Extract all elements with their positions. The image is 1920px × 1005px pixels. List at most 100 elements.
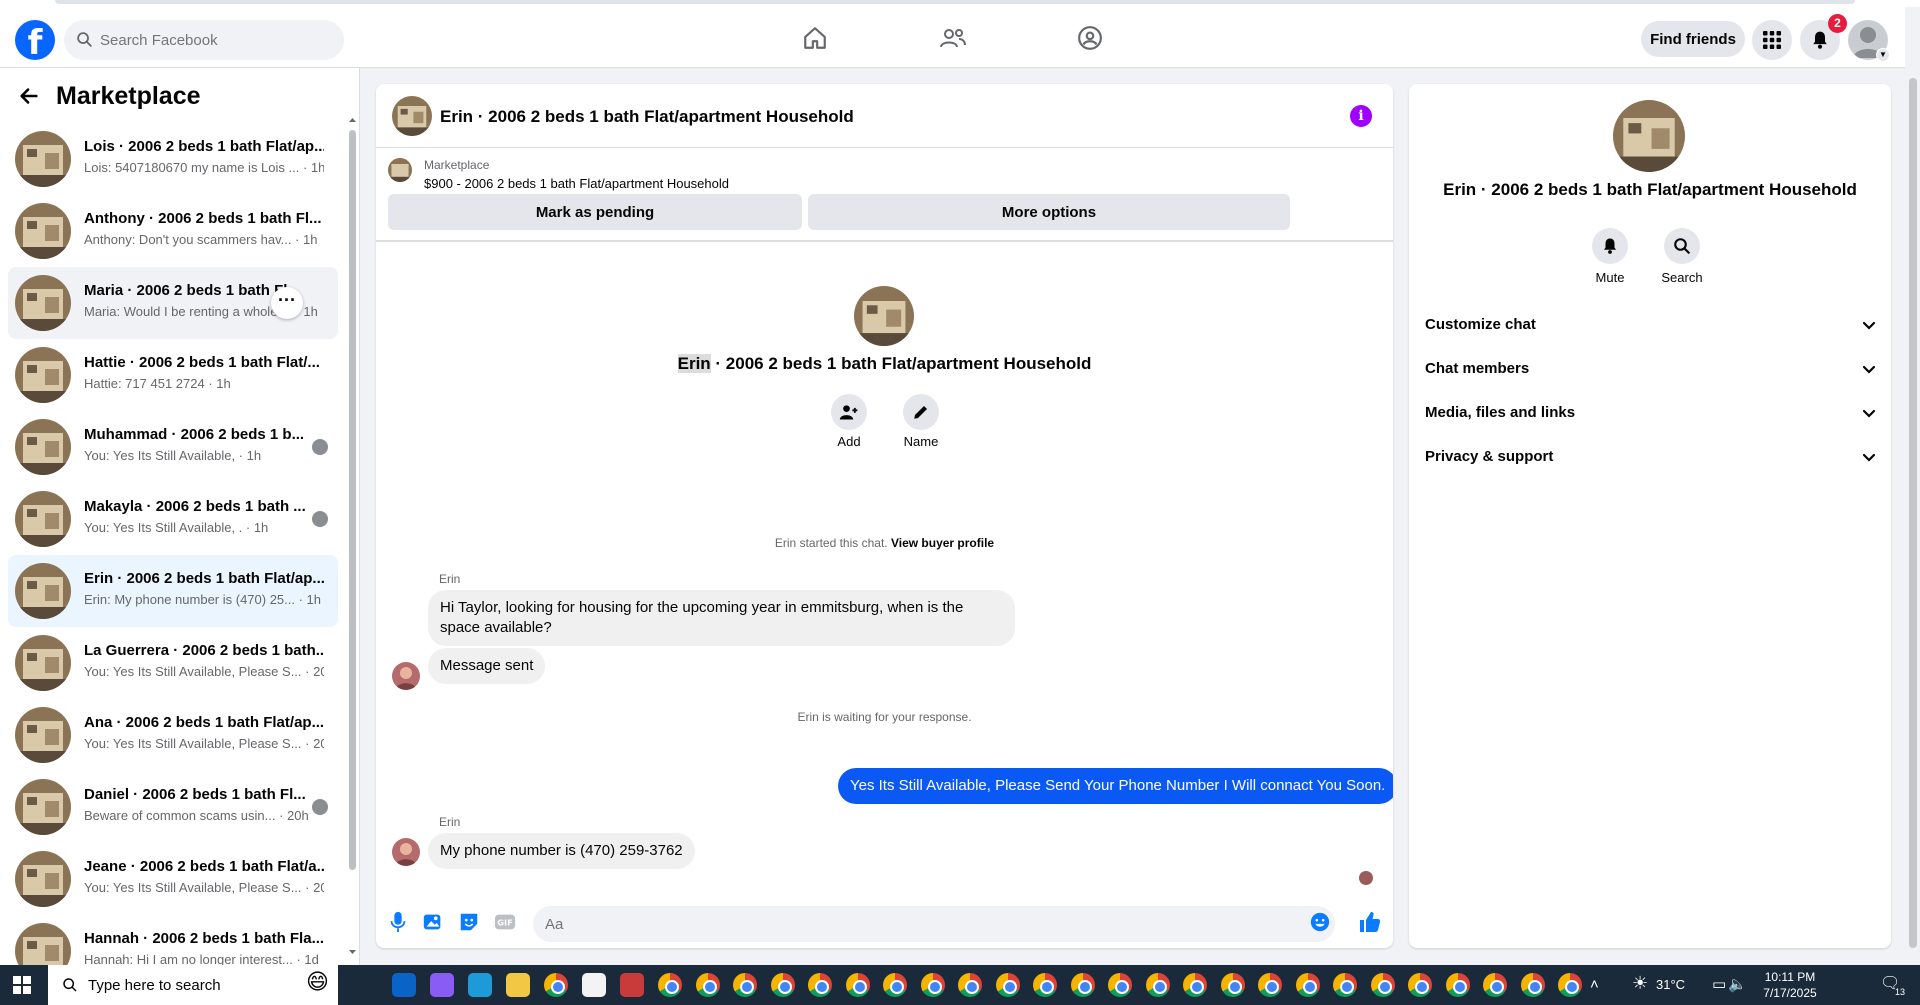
chrome-icon[interactable] [544, 973, 568, 997]
accordion-privacy-support[interactable]: Privacy & support [1425, 438, 1877, 478]
view-buyer-profile-link[interactable]: View buyer profile [891, 536, 994, 550]
conversation-item[interactable]: Jeane · 2006 2 beds 1 bath Flat/a... You:… [8, 843, 338, 915]
chrome-window-icon[interactable] [1483, 973, 1507, 997]
more-options-dots-icon[interactable]: ··· [271, 287, 303, 319]
conversation-item[interactable]: Daniel · 2006 2 beds 1 bath Fl... Beware … [8, 771, 338, 843]
message-input[interactable] [533, 906, 1335, 942]
nav-groups[interactable] [1060, 21, 1120, 55]
info-avatar[interactable] [1613, 100, 1685, 172]
chrome-window-icon[interactable] [1408, 973, 1432, 997]
nav-home[interactable] [785, 21, 845, 55]
gif-icon[interactable]: GIF [493, 910, 517, 934]
app-icon[interactable] [620, 973, 644, 997]
accordion-customize-chat[interactable]: Customize chat [1425, 306, 1877, 346]
sidebar-scrollbar[interactable] [347, 116, 357, 956]
chrome-window-icon[interactable] [1033, 973, 1057, 997]
weather-icon[interactable]: ☀ [1632, 973, 1648, 994]
accordion-chat-members[interactable]: Chat members [1425, 350, 1877, 390]
tray-overflow-chevron-icon[interactable]: ˄ [1590, 976, 1599, 993]
chat-info-panel: Erin · 2006 2 beds 1 bath Flat/apartment… [1409, 84, 1891, 948]
chrome-window-icon[interactable] [1445, 973, 1470, 997]
sticker-icon[interactable] [457, 910, 481, 934]
intro-avatar[interactable] [854, 286, 914, 346]
chrome-window-icon[interactable] [1333, 973, 1357, 997]
conversation-item[interactable]: Anthony · 2006 2 beds 1 bath Fl... Anthon… [8, 195, 338, 267]
microphone-icon[interactable] [386, 910, 410, 934]
nav-friends[interactable] [923, 21, 983, 55]
conversation-item[interactable]: Hattie · 2006 2 beds 1 bath Flat/... Hatt… [8, 339, 338, 411]
network-icon[interactable]: ▭ [1712, 975, 1726, 993]
outgoing-message[interactable]: Yes Its Still Available, Please Send You… [838, 768, 1393, 804]
sender-avatar[interactable] [392, 662, 420, 690]
chrome-window-icon[interactable] [1558, 973, 1582, 997]
search-in-chat-button[interactable] [1664, 228, 1700, 264]
edge-icon[interactable] [468, 973, 492, 997]
photo-icon[interactable] [421, 910, 445, 934]
info-icon[interactable]: i [1350, 105, 1372, 127]
mark-as-pending-button[interactable]: Mark as pending [388, 194, 802, 230]
chrome-window-icon[interactable] [1520, 973, 1545, 997]
chrome-window-icon[interactable] [883, 973, 907, 997]
chrome-window-icon[interactable] [995, 973, 1020, 997]
conversation-title: Jeane · 2006 2 beds 1 bath Flat/a... [84, 858, 324, 875]
waiting-response-text: Erin is waiting for your response. [797, 710, 972, 724]
outlook-icon[interactable] [392, 973, 416, 997]
conversation-item[interactable]: Hannah · 2006 2 beds 1 bath Fla... Hannah… [8, 915, 338, 965]
conversation-title: Hannah · 2006 2 beds 1 bath Fla... [84, 930, 324, 947]
copilot-icon[interactable] [430, 973, 454, 997]
chrome-window-icon[interactable] [1108, 973, 1132, 997]
file-explorer-icon[interactable] [506, 973, 530, 997]
windows-start-icon[interactable] [13, 976, 31, 994]
incoming-message[interactable]: Hi Taylor, looking for housing for the u… [428, 590, 1015, 646]
chrome-window-icon[interactable] [733, 973, 757, 997]
search-input[interactable] [100, 20, 330, 60]
find-friends-button[interactable]: Find friends [1641, 21, 1745, 57]
edit-name-button[interactable] [903, 394, 939, 430]
temperature[interactable]: 31°C [1656, 977, 1685, 992]
back-arrow-icon[interactable] [18, 85, 40, 114]
chrome-window-icon[interactable] [1145, 973, 1170, 997]
volume-icon[interactable]: 🔈 [1728, 975, 1747, 993]
conversation-item[interactable]: Maria · 2006 2 beds 1 bath Fl... Maria: W… [8, 267, 338, 339]
conversation-item[interactable]: Muhammad · 2006 2 beds 1 b... You: Yes It… [8, 411, 338, 483]
message-sent-bubble[interactable]: Message sent [428, 648, 546, 684]
chrome-window-icon[interactable] [1258, 973, 1282, 997]
listing-thumbnail[interactable] [388, 158, 412, 182]
page-scrollbar[interactable] [1905, 68, 1920, 965]
chrome-window-icon[interactable] [1220, 973, 1245, 997]
conversation-item[interactable]: Lois · 2006 2 beds 1 bath Flat/ap... Lois… [8, 123, 338, 195]
chrome-window-icon[interactable] [658, 973, 682, 997]
conversation-item[interactable]: La Guerrera · 2006 2 beds 1 bath... You: … [8, 627, 338, 699]
more-options-button[interactable]: More options [808, 194, 1290, 230]
chrome-window-icon[interactable] [808, 973, 832, 997]
accordion-media-files-links[interactable]: Media, files and links [1425, 394, 1877, 434]
chrome-window-icon[interactable] [1183, 973, 1207, 997]
chat-avatar[interactable] [392, 96, 432, 136]
chrome-window-icon[interactable] [770, 973, 795, 997]
taskbar-clock[interactable]: 10:11 PM 7/17/2025 [1745, 969, 1835, 1001]
search-box[interactable] [64, 20, 344, 60]
thumbs-up-icon[interactable] [1358, 910, 1382, 934]
chrome-window-icon[interactable] [1295, 973, 1320, 997]
emoji-icon[interactable] [1308, 910, 1332, 934]
taskbar-search[interactable]: Type here to search 😄 [48, 965, 338, 1005]
task-view-icon[interactable] [350, 973, 374, 997]
chrome-window-icon[interactable] [695, 973, 720, 997]
chrome-window-icon[interactable] [1370, 973, 1395, 997]
add-person-button[interactable] [831, 394, 867, 430]
facebook-logo-icon[interactable]: f [15, 20, 55, 63]
sender-avatar[interactable] [392, 838, 420, 866]
chrome-window-icon[interactable] [920, 973, 945, 997]
chrome-window-icon[interactable] [1070, 973, 1095, 997]
mute-button[interactable] [1592, 228, 1628, 264]
chevron-down-icon[interactable]: ▼ [1876, 48, 1890, 62]
menu-button[interactable] [1752, 20, 1792, 60]
store-icon[interactable] [582, 973, 606, 997]
conversation-item[interactable]: Ana · 2006 2 beds 1 bath Flat/ap... You: … [8, 699, 338, 771]
chrome-window-icon[interactable] [845, 973, 870, 997]
incoming-message[interactable]: My phone number is (470) 259-3762 [428, 833, 695, 869]
conversation-item[interactable]: Makayla · 2006 2 beds 1 bath ... You: Yes… [8, 483, 338, 555]
conversation-item[interactable]: Erin · 2006 2 beds 1 bath Flat/ap... Erin… [8, 555, 338, 627]
listing-price[interactable]: $900 - 2006 2 beds 1 bath Flat/apartment… [424, 176, 729, 191]
chrome-window-icon[interactable] [958, 973, 982, 997]
